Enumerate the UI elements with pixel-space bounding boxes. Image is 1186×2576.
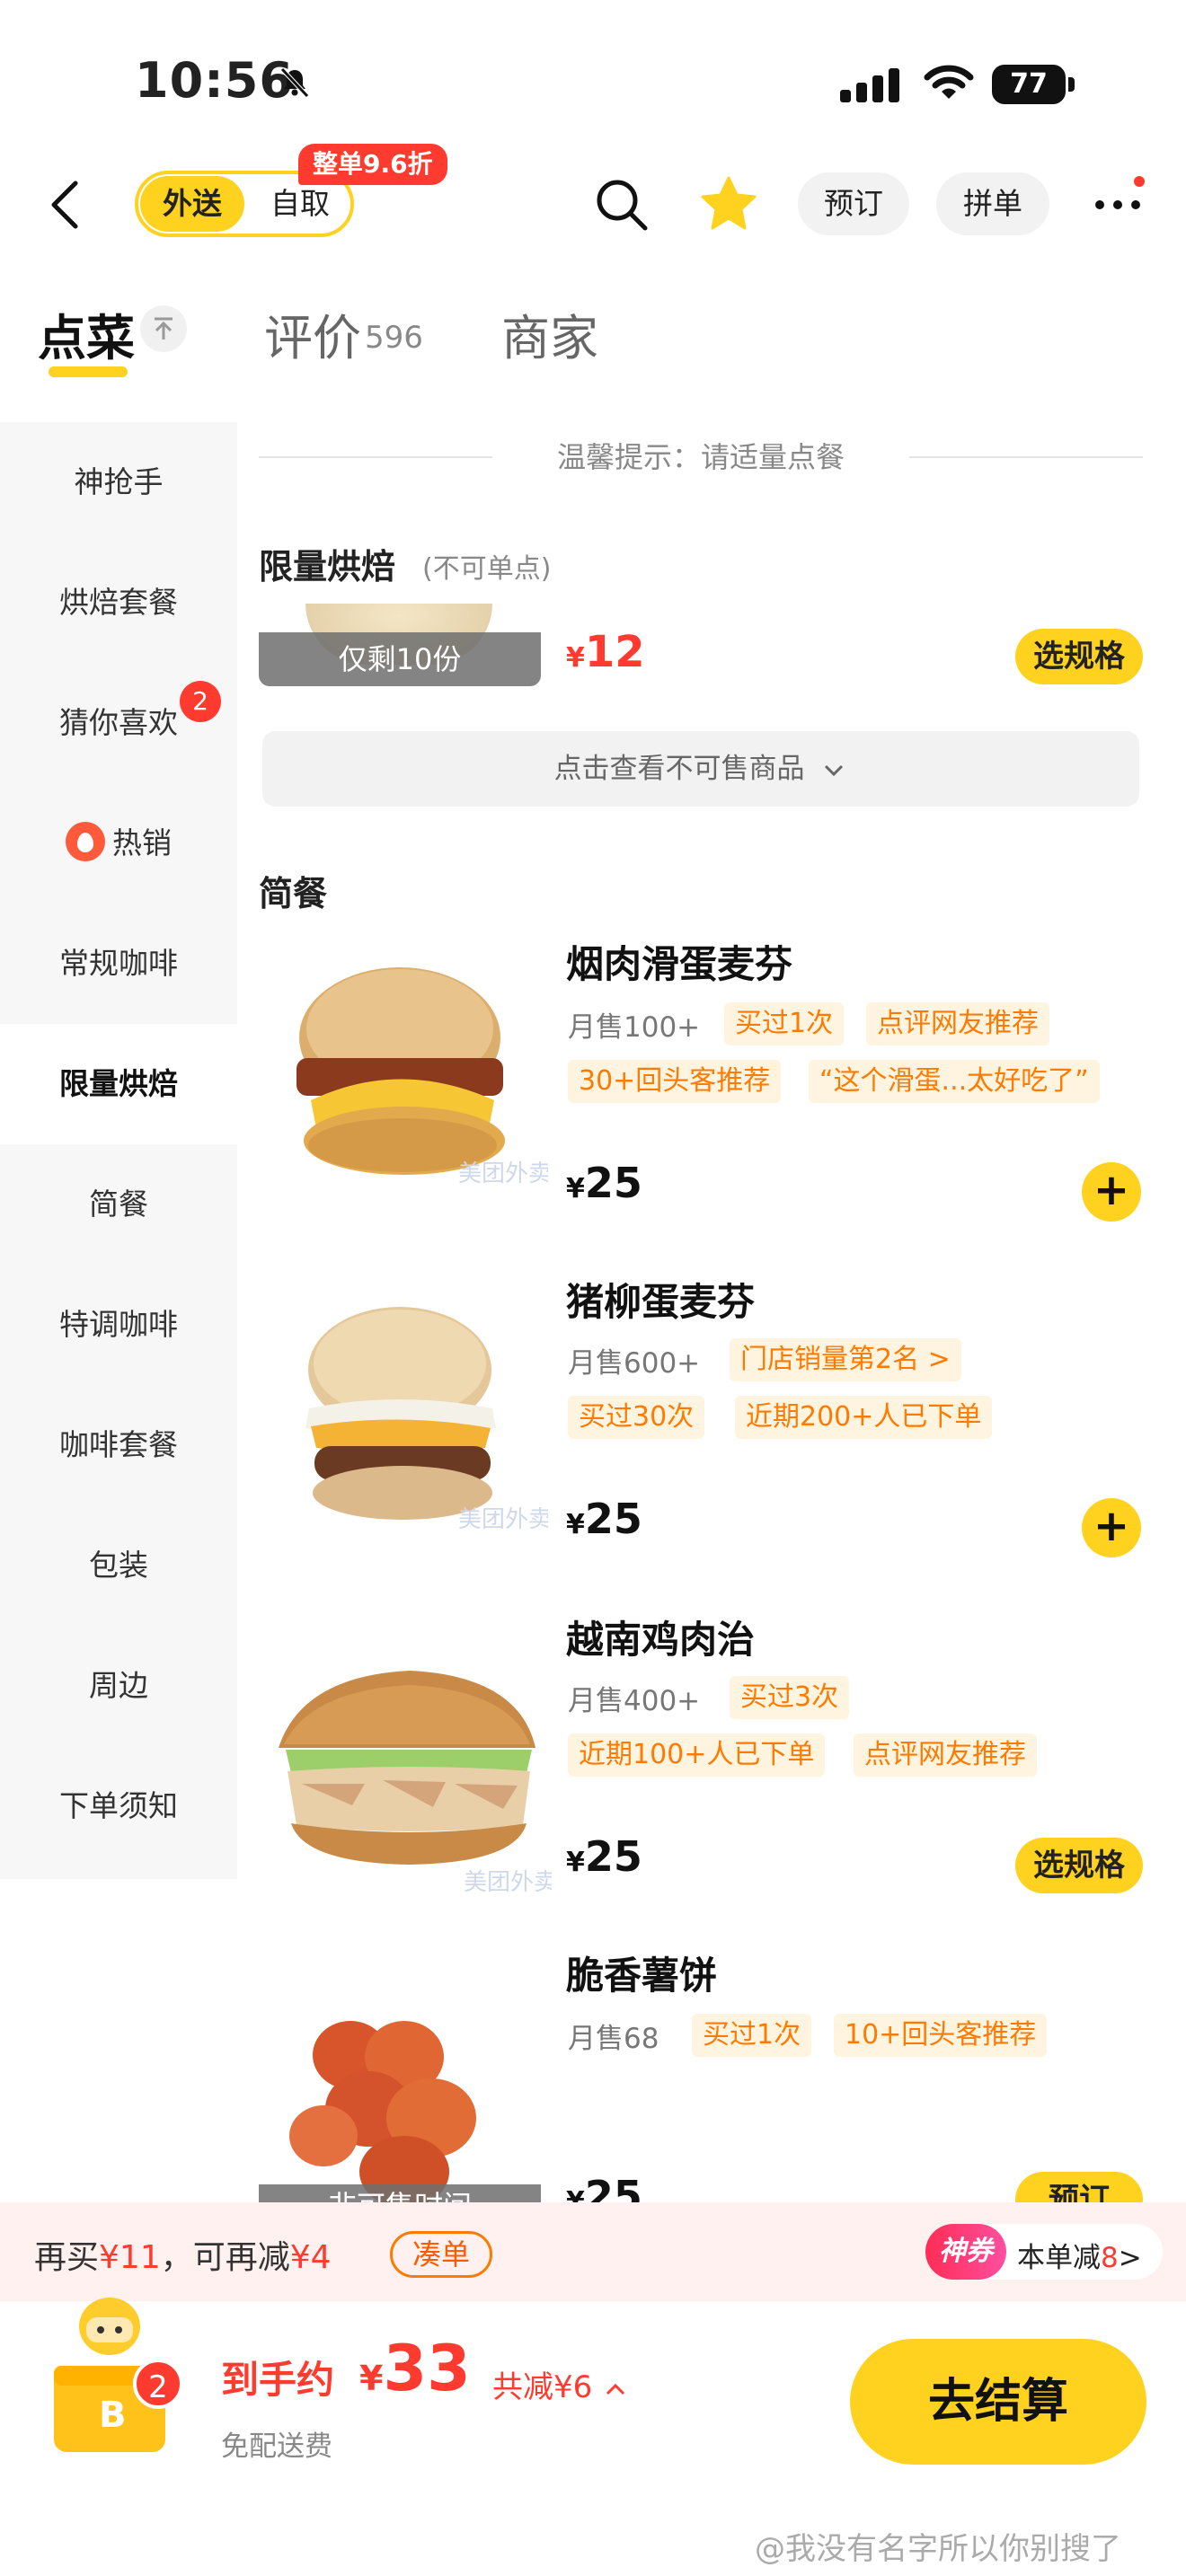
product-name[interactable]: 烟肉滑蛋麦芬 (566, 934, 792, 989)
chevron-up-icon (606, 2383, 625, 2395)
select-spec-button[interactable]: 选规格 (1015, 629, 1143, 684)
section-title-limited: 限量烘焙 (259, 547, 396, 587)
watermark: 美团外卖 (464, 1869, 552, 1896)
select-spec-button[interactable]: 选规格 (1015, 1838, 1143, 1893)
group-order-button[interactable]: 拼单 (936, 172, 1049, 235)
arrow-to-top-icon (155, 317, 173, 340)
product-sales: 月售400+ (568, 1685, 701, 1717)
section-note: (不可单点) (422, 553, 552, 585)
stock-overlay: 仅剩10份 (259, 632, 541, 686)
product-name[interactable]: 越南鸡肉治 (566, 1610, 755, 1664)
discount-badge: 整单9.6折 (298, 144, 447, 185)
add-to-cart-button[interactable]: + (1082, 1162, 1141, 1222)
coupon-text[interactable]: 本单减8> (1017, 2235, 1142, 2275)
watermark: 美团外卖 (458, 1160, 548, 1187)
total-price: ¥33 (359, 2332, 471, 2405)
active-tab-indicator (49, 366, 128, 377)
product-tag: 买过1次 (692, 2014, 812, 2057)
status-time: 10:56 (135, 52, 294, 109)
collapse-top-icon[interactable] (140, 305, 187, 352)
limited-item-price: ¥12 (566, 627, 645, 677)
product-tag: 点评网友推荐 (866, 1002, 1049, 1045)
sidebar-item-light-meal[interactable]: 简餐 (0, 1144, 237, 1265)
sidebar-item-coffee[interactable]: 常规咖啡 (0, 904, 237, 1024)
product-tag: 近期200+人已下单 (735, 1396, 993, 1439)
sidebar-item-flash-deals[interactable]: 神抢手 (0, 422, 237, 543)
product-name[interactable]: 脆香薯饼 (566, 1945, 717, 2000)
product-tag: 近期100+人已下单 (568, 1734, 826, 1777)
watermark: 美团外卖 (458, 1506, 548, 1533)
view-unsold-link[interactable]: 点击查看不可售商品 (262, 731, 1139, 807)
notification-dot (1134, 176, 1145, 187)
wifi-icon (924, 65, 974, 99)
mode-delivery-option[interactable]: 外送 (140, 176, 244, 232)
promo-text: 再买¥11，可再减¥4 (34, 2239, 332, 2276)
fire-icon (66, 821, 105, 861)
sidebar-item-special-coffee[interactable]: 特调咖啡 (0, 1265, 237, 1385)
total-label: 到手约 (221, 2358, 335, 2402)
sidebar-item-hot[interactable]: 热销 (0, 783, 237, 904)
product-image-vietnam-sandwich[interactable]: 美团外卖 (266, 1649, 552, 1910)
divider (909, 456, 1143, 458)
product-price: ¥25 (566, 1159, 642, 1207)
tab-merchant[interactable]: 商家 (501, 298, 598, 369)
product-tag: 10+回头客推荐 (834, 2014, 1048, 2057)
product-price: ¥25 (566, 1832, 642, 1881)
sidebar-item-bakery-sets[interactable]: 烘焙套餐 (0, 543, 237, 663)
sidebar-item-label: 热销 (112, 825, 172, 860)
product-sales: 月售100+ (568, 1011, 701, 1044)
product-image-pork-muffin[interactable]: 美团外卖 (270, 1293, 548, 1554)
product-image-bacon-muffin[interactable]: 美团外卖 (270, 952, 548, 1213)
product-tag: 30+回头客推荐 (568, 1060, 782, 1103)
unsold-link-label: 点击查看不可售商品 (553, 753, 805, 785)
product-tag: “这个滑蛋...太好吃了” (809, 1060, 1100, 1103)
tab-order[interactable]: 点菜 (38, 298, 135, 369)
chevron-down-icon (825, 764, 844, 776)
product-tag: 买过30次 (568, 1396, 705, 1439)
product-price: ¥25 (566, 1495, 642, 1543)
divider (259, 456, 492, 458)
saved-amount[interactable]: 共减¥6 (492, 2362, 629, 2406)
back-arrow-icon[interactable] (47, 178, 83, 232)
product-tag: 买过3次 (730, 1676, 850, 1719)
menu-tip: 温馨提示：请适量点餐 (556, 440, 845, 474)
product-image-hash-brown[interactable] (270, 1992, 548, 2208)
sidebar-item-packaging[interactable]: 包装 (0, 1505, 237, 1626)
sidebar-item-limited-bakery[interactable]: 限量烘焙 (0, 1024, 237, 1144)
coupon-tag: 神券 (925, 2224, 1006, 2280)
favorite-star-icon[interactable] (699, 174, 758, 234)
battery-tip (1068, 77, 1075, 92)
delivery-fee-note: 免配送费 (221, 2430, 332, 2463)
cellular-signal-icon (840, 68, 905, 102)
product-name[interactable]: 猪柳蛋麦芬 (566, 1272, 755, 1327)
sidebar-item-merch[interactable]: 周边 (0, 1626, 237, 1746)
book-button[interactable]: 预订 (798, 172, 909, 235)
sidebar-item-coffee-sets[interactable]: 咖啡套餐 (0, 1385, 237, 1505)
product-tag: 点评网友推荐 (854, 1734, 1037, 1777)
battery-icon: 77 (992, 65, 1066, 104)
svg-text:B: B (99, 2395, 127, 2436)
product-sales: 月售600+ (568, 1347, 701, 1380)
reviews-count: 596 (365, 320, 423, 356)
sidebar-item-order-notes[interactable]: 下单须知 (0, 1746, 237, 1866)
product-tag: 门店销量第2名 > (730, 1338, 961, 1381)
weibo-watermark: @我没有名字所以你别搜了 (755, 2531, 1121, 2567)
add-more-button[interactable]: 凑单 (390, 2231, 492, 2278)
silent-bell-icon (280, 67, 309, 98)
product-sales: 月售68 (568, 2023, 659, 2055)
product-tag: 买过1次 (724, 1002, 845, 1045)
app-root: 10:56 77 外送 自取 整单9.6折 预订 拼单 点菜 评价 596 商家… (0, 0, 1186, 2576)
add-to-cart-button[interactable]: + (1082, 1498, 1141, 1557)
sidebar-badge: 2 (180, 681, 221, 722)
tab-reviews[interactable]: 评价 (264, 298, 361, 369)
checkout-button[interactable]: 去结算 (850, 2339, 1146, 2465)
search-icon[interactable] (593, 176, 651, 234)
cart-count-badge: 2 (133, 2359, 183, 2409)
section-title-light-meal: 简餐 (259, 874, 328, 913)
